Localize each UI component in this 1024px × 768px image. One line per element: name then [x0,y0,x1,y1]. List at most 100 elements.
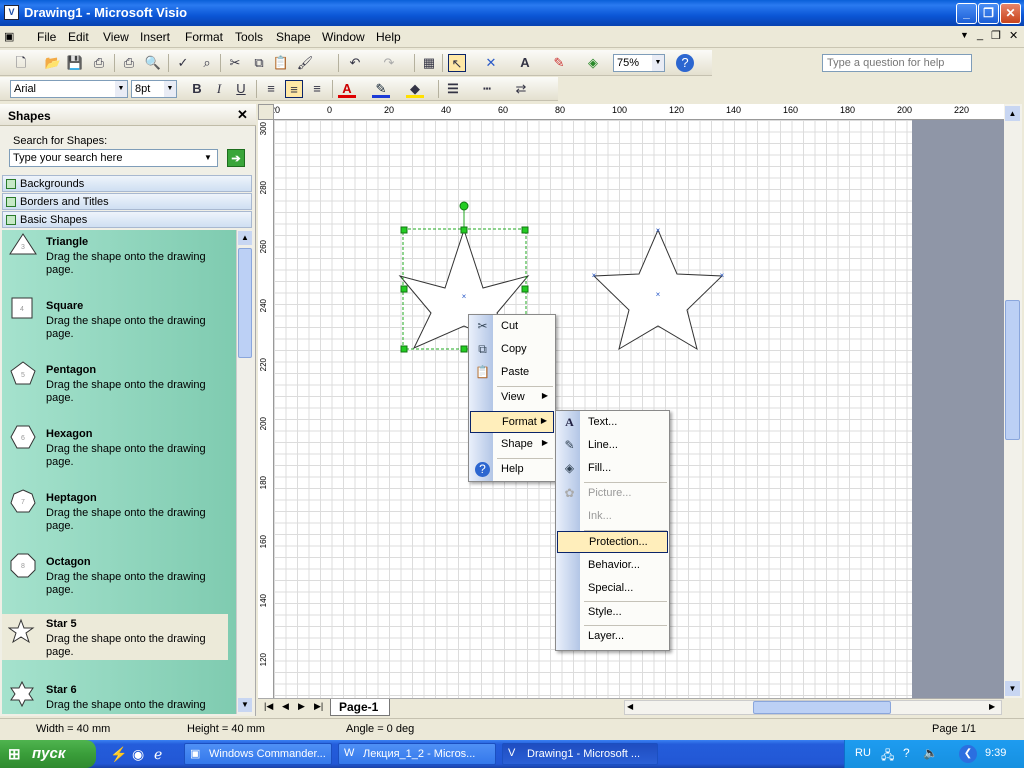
print-icon[interactable]: ⎙ [120,54,138,72]
menu-window[interactable]: Window [322,30,365,44]
permission-icon[interactable]: ⎙ [90,54,108,72]
bold-button[interactable]: B [188,80,206,98]
scroll-left-icon[interactable]: ◀ [627,702,633,711]
font-color-icon[interactable]: A [338,80,356,98]
save-icon[interactable]: 💾 [66,54,84,72]
last-page-icon[interactable]: ▶| [314,701,323,712]
search-go-icon[interactable]: ➔ [227,149,245,167]
context-help[interactable]: ? Help [470,459,554,481]
network-icon[interactable]: 🖧 [881,746,894,767]
doc-minimize-button[interactable]: _ [977,29,983,41]
shape-item-triangle[interactable]: 3 Triangle Drag the shape onto the drawi… [2,232,232,292]
undo-icon[interactable]: ↶ [346,54,364,72]
resize-handle[interactable] [400,285,408,293]
ruler-corner[interactable] [258,104,274,120]
format-line[interactable]: ✎ Line... [557,435,668,457]
new-icon[interactable]: 🗋 [12,54,30,72]
line-weight-icon[interactable]: ☰ [444,80,462,98]
doc-close-button[interactable]: ✕ [1009,29,1018,42]
scroll-up-icon[interactable]: ▲ [1005,106,1020,121]
align-left-icon[interactable]: ≡ [262,80,280,98]
font-combo[interactable]: Arial ▼ [10,80,128,98]
open-icon[interactable]: 📂 [44,54,62,72]
cut-icon[interactable]: ✂ [226,54,244,72]
context-shape[interactable]: Shape ▶ [470,434,554,456]
research-icon[interactable]: ⌕ [198,54,216,72]
horizontal-ruler[interactable]: 20 0 20 40 60 80 100 120 140 160 180 200 220 [258,104,1010,120]
redo-icon[interactable]: ↷ [380,54,398,72]
drawing-tools-icon[interactable]: ✎ [550,54,568,72]
next-page-icon[interactable]: ▶ [298,701,305,712]
line-ends-icon[interactable]: ⇄ [512,80,530,98]
task-word-lecture[interactable]: W Лекция_1_2 - Micros... [338,743,496,765]
shape-item-square[interactable]: 4 Square Drag the shape onto the drawing… [2,296,232,356]
scroll-down-icon[interactable]: ▼ [1005,681,1020,696]
menu-view[interactable]: View [103,30,129,44]
task-windows-commander[interactable]: ▣ Windows Commander... [184,743,332,765]
line-pattern-icon[interactable]: ┅ [478,80,496,98]
underline-button[interactable]: U [232,80,250,98]
menu-edit[interactable]: Edit [68,30,89,44]
shape-search-input[interactable]: Type your search here [9,149,218,167]
title-bar[interactable]: V Drawing1 - Microsoft Visio _ ❐ ✕ [0,0,1024,26]
start-button[interactable]: ⊞ пуск [0,740,96,768]
help-search-input[interactable]: Type a question for help [822,54,972,72]
prev-page-icon[interactable]: ◀ [282,701,289,712]
format-ink[interactable]: Ink... [557,506,668,528]
menu-tools[interactable]: Tools [235,30,263,44]
help-icon[interactable]: ? [676,54,694,72]
doc-icon[interactable]: ▣ [4,30,14,43]
context-view[interactable]: View ▶ [470,387,554,409]
paste-icon[interactable]: 📋 [272,54,290,72]
context-cut[interactable]: ✂ Cut [470,316,554,338]
doc-restore-button[interactable]: ❐ [991,29,1001,42]
context-paste[interactable]: 📋 Paste [470,362,554,384]
zoom-combo[interactable]: 75% ▼ [613,54,665,72]
menu-format[interactable]: Format [185,30,223,44]
chevron-down-icon[interactable]: ▼ [652,55,664,71]
shape-item-hexagon[interactable]: 6 Hexagon Drag the shape onto the drawin… [2,424,232,484]
scroll-thumb[interactable] [753,701,891,714]
fill-color-icon[interactable]: ◆ [406,80,424,98]
star-shape[interactable]: × × × × [592,226,725,351]
browser-icon[interactable]: ℯ [154,746,162,763]
scroll-thumb[interactable] [1005,300,1020,440]
task-visio-drawing[interactable]: V Drawing1 - Microsoft ... [502,743,658,765]
copy-icon[interactable]: ⧉ [250,54,268,72]
align-right-icon[interactable]: ≡ [308,80,326,98]
spelling-icon[interactable]: ✓ [174,54,192,72]
resize-handle[interactable] [400,226,408,234]
minimize-button[interactable]: _ [956,3,977,24]
collapse-tray-icon[interactable]: ❮ [959,745,977,763]
close-button[interactable]: ✕ [1000,3,1021,24]
rotation-handle[interactable] [459,201,469,211]
shape-item-star6[interactable]: Star 6 Drag the shape onto the drawing p… [2,680,232,714]
stencil-borders-titles[interactable]: Borders and Titles [2,193,252,210]
resize-handle[interactable] [460,226,468,234]
shape-list-scrollbar[interactable]: ▲ ▼ [236,230,253,714]
shapes-window-icon[interactable]: ▦ [420,54,438,72]
stencil-backgrounds[interactable]: Backgrounds [2,175,252,192]
context-copy[interactable]: ⧉ Copy [470,339,554,361]
format-special[interactable]: Special... [557,578,668,600]
menu-shape[interactable]: Shape [276,30,311,44]
format-layer[interactable]: Layer... [557,626,668,648]
help-tray-icon[interactable]: ? [903,746,910,760]
media-player-icon[interactable]: ◉ [132,746,144,763]
line-color-icon[interactable]: ✎ [372,80,390,98]
format-fill[interactable]: ◈ Fill... [557,458,668,480]
scroll-down-icon[interactable]: ▼ [238,698,252,712]
font-size-combo[interactable]: 8pt ▼ [131,80,177,98]
resize-handle[interactable] [521,226,529,234]
chevron-down-icon[interactable]: ▼ [115,81,127,97]
menu-help[interactable]: Help [376,30,401,44]
maximize-button[interactable]: ❐ [978,3,999,24]
format-painter-icon[interactable]: 🖌 [296,54,314,72]
canvas-vertical-scrollbar[interactable]: ▲ ▼ [1004,104,1022,698]
close-icon[interactable]: ✕ [237,107,248,123]
shape-item-octagon[interactable]: 8 Octagon Drag the shape onto the drawin… [2,552,232,612]
scroll-up-icon[interactable]: ▲ [238,231,252,245]
pointer-tool-icon[interactable]: ↖ [448,54,466,72]
page-tab[interactable]: Page-1 [330,699,390,716]
format-behavior[interactable]: Behavior... [557,555,668,577]
